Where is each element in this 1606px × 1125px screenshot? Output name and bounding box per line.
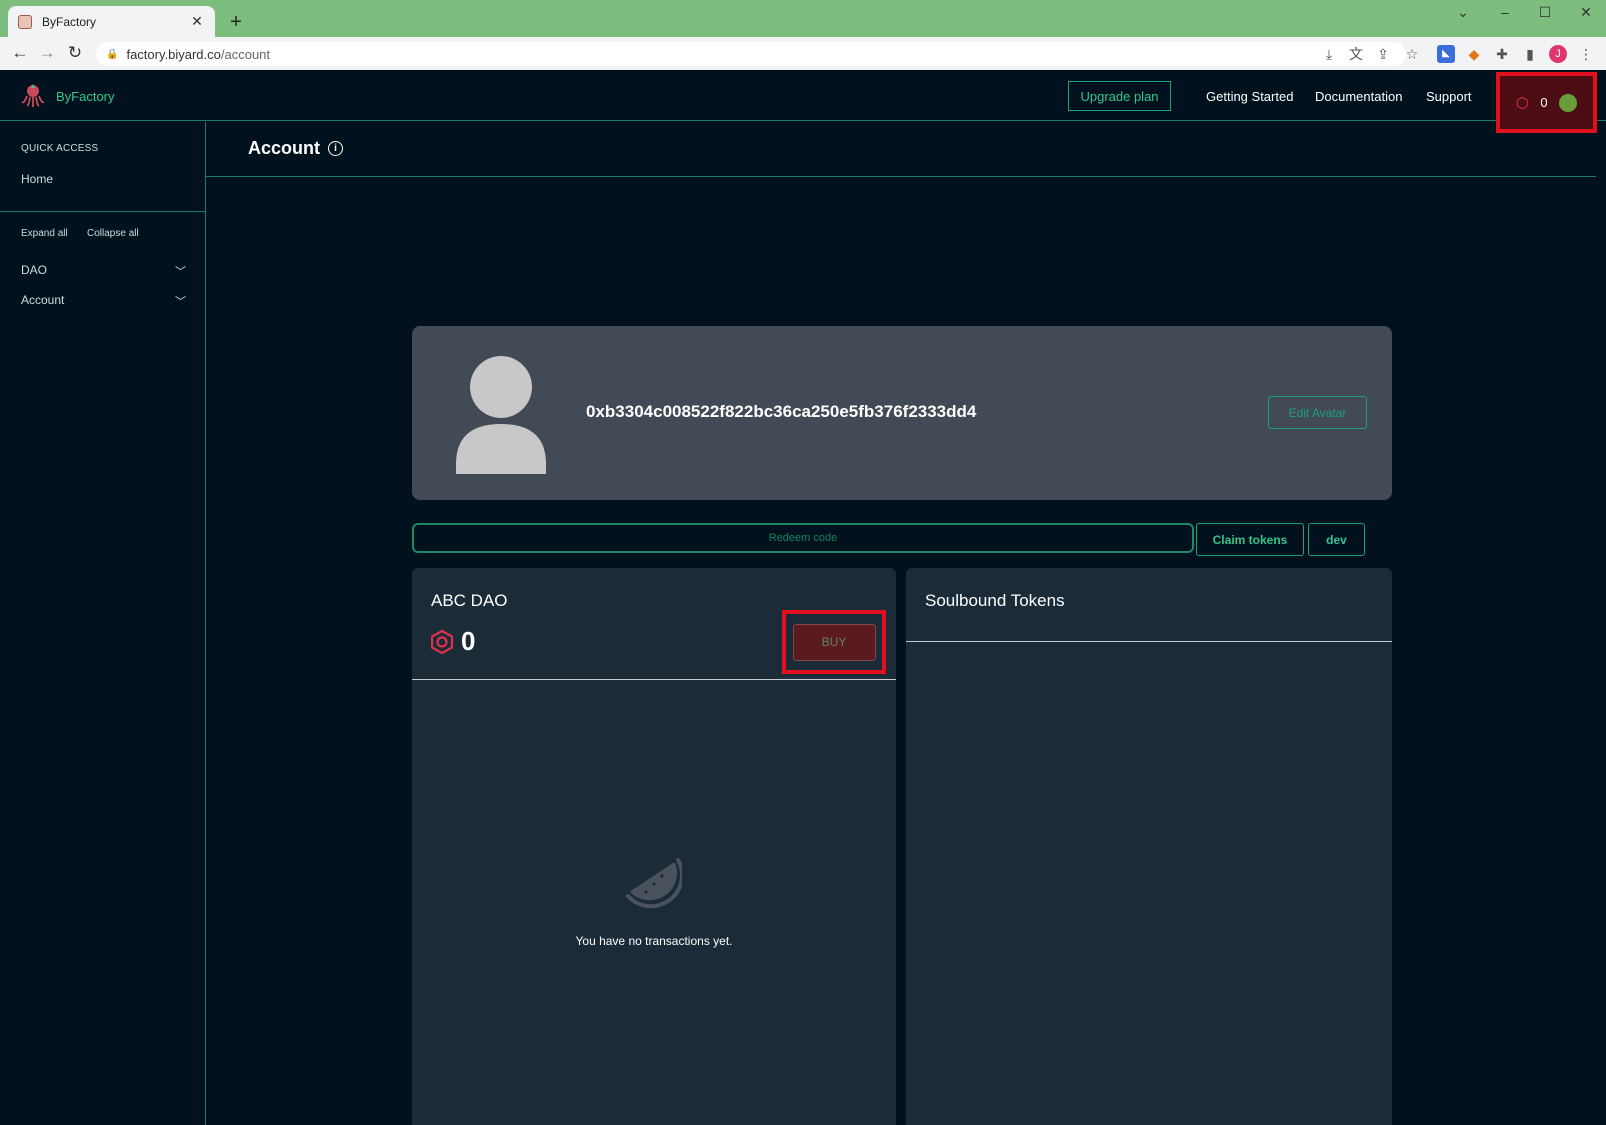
browser-menu-icon[interactable]: ⋮ [1577, 45, 1595, 63]
back-icon[interactable]: ← [9, 42, 31, 64]
nav-support[interactable]: Support [1426, 89, 1472, 104]
browser-tabstrip: ByFactory ✕ + ⌄ – ☐ ✕ [0, 0, 1606, 37]
window-close-icon[interactable]: ✕ [1576, 4, 1596, 21]
info-icon[interactable]: i [328, 141, 343, 156]
nav-documentation[interactable]: Documentation [1315, 89, 1402, 104]
url-path: /account [220, 46, 271, 62]
bookmark-star-icon[interactable]: ☆ [1403, 45, 1421, 63]
dev-button[interactable]: dev [1308, 523, 1365, 556]
sidebar-item-home[interactable]: Home [21, 172, 53, 186]
user-avatar[interactable] [1559, 93, 1578, 112]
page-title: Account [248, 138, 320, 158]
reload-icon[interactable]: ↻ [64, 42, 86, 64]
sidebar-item-dao[interactable]: DAO ﹀ [21, 263, 186, 279]
upgrade-plan-button[interactable]: Upgrade plan [1068, 81, 1171, 111]
extension-icon[interactable]: ◣ [1437, 45, 1455, 63]
address-bar[interactable]: 🔒 factory.biyard.co/account [96, 42, 1406, 66]
sidebar-item-label: Account [21, 293, 65, 307]
forward-icon[interactable]: → [36, 42, 58, 64]
dao-name: ABC DAO [431, 591, 508, 610]
token-coin-icon [431, 629, 453, 654]
tab-search-icon[interactable]: ⌄ [1453, 4, 1473, 21]
chevron-down-icon: ﹀ [175, 296, 186, 308]
chevron-down-icon: ﹀ [175, 266, 186, 278]
credits-highlight[interactable]: ⬡ 0 [1496, 72, 1597, 133]
profile-card: 0xb3304c008522f822bc36ca250e5fb376f2333d… [412, 326, 1392, 500]
maximize-icon[interactable]: ☐ [1535, 4, 1555, 21]
minimize-icon[interactable]: – [1495, 4, 1515, 20]
sidebar: QUICK ACCESS Home Expand all Collapse al… [0, 122, 206, 1125]
page-header: Account i [248, 138, 343, 159]
credit-count: 0 [1540, 95, 1548, 110]
side-panel-icon[interactable]: ▮ [1521, 45, 1539, 63]
collapse-all-button[interactable]: Collapse all [87, 228, 139, 239]
edit-avatar-button[interactable]: Edit Avatar [1268, 396, 1367, 429]
profile-avatar[interactable]: J [1549, 45, 1567, 63]
buy-button[interactable]: BUY [792, 623, 876, 661]
empty-transactions-text: You have no transactions yet. [575, 934, 733, 948]
wallet-address: 0xb3304c008522f822bc36ca250e5fb376f2333d… [586, 402, 977, 421]
redeem-code-input[interactable]: Redeem code [412, 523, 1194, 553]
dao-panel: ABC DAO 0 BUY You have no transactions y… [412, 568, 896, 1125]
tab-title: ByFactory [42, 14, 97, 29]
claim-tokens-button[interactable]: Claim tokens [1196, 523, 1304, 556]
dao-balance: 0 [461, 626, 476, 656]
translate-icon[interactable]: 文 [1347, 45, 1365, 63]
panel-divider [412, 679, 896, 680]
extensions-puzzle-icon[interactable]: ✚ [1493, 45, 1511, 63]
browser-tab[interactable]: ByFactory ✕ [8, 6, 215, 37]
buy-highlight: BUY [782, 610, 886, 674]
avatar-placeholder-icon [456, 356, 546, 474]
close-tab-icon[interactable]: ✕ [189, 13, 205, 30]
nav-getting-started[interactable]: Getting Started [1206, 89, 1293, 104]
metamask-icon[interactable]: ◆ [1465, 45, 1483, 63]
lock-icon: 🔒 [106, 48, 119, 60]
watermelon-icon [626, 858, 682, 909]
app-header: ByFactory Upgrade plan Getting Started D… [0, 70, 1606, 133]
share-icon[interactable]: ⇪ [1374, 45, 1392, 63]
brand-name[interactable]: ByFactory [56, 89, 115, 104]
url-host: factory.biyard.co [126, 46, 221, 62]
install-icon[interactable]: ⤓ [1320, 45, 1338, 63]
soulbound-tokens-title: Soulbound Tokens [925, 591, 1065, 610]
dao-balance-row: 0 [431, 626, 475, 657]
sidebar-divider [0, 211, 206, 212]
expand-all-button[interactable]: Expand all [21, 228, 68, 239]
sidebar-item-account[interactable]: Account ﹀ [21, 293, 186, 309]
new-tab-button[interactable]: + [226, 8, 246, 36]
favicon-icon [18, 14, 32, 29]
byfactory-logo-icon[interactable] [20, 82, 46, 108]
sidebar-item-label: DAO [21, 263, 48, 277]
token-coin-icon: ⬡ [1515, 94, 1529, 112]
title-divider [206, 176, 1596, 177]
soulbound-tokens-panel: Soulbound Tokens [906, 568, 1392, 1125]
panel-divider [906, 641, 1392, 642]
quick-access-title: QUICK ACCESS [21, 143, 99, 154]
